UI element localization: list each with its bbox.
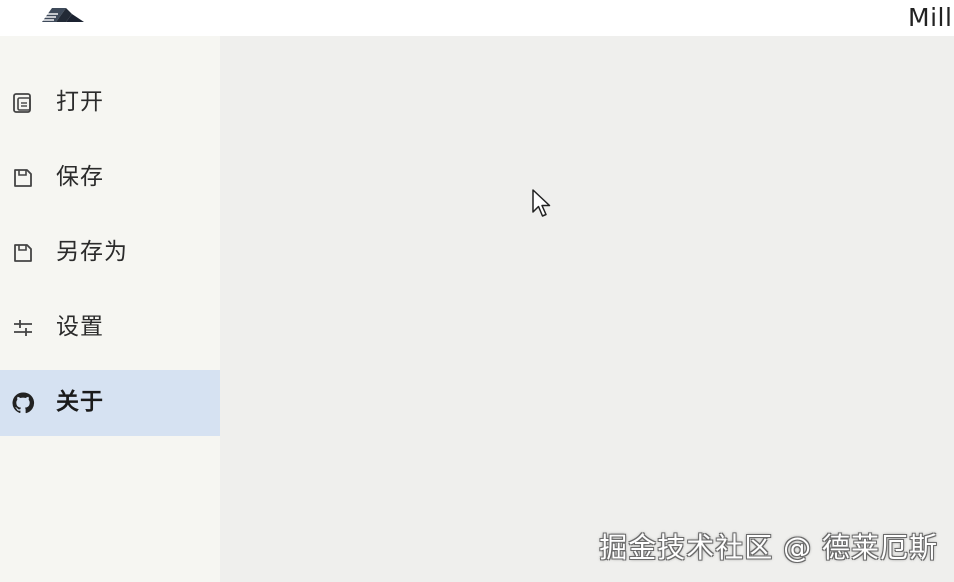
sidebar-item-save-as[interactable]: 另存为 xyxy=(0,220,220,286)
sidebar-item-settings[interactable]: 设置 xyxy=(0,295,220,361)
sidebar-item-label: 保存 xyxy=(56,164,104,190)
sidebar-item-save[interactable]: 保存 xyxy=(0,145,220,211)
sidebar-item-label: 另存为 xyxy=(56,239,128,265)
book-logo-icon xyxy=(42,8,84,22)
watermark-text: 掘金技术社区 @ 德莱厄斯 xyxy=(599,531,938,564)
sidebar-item-label: 打开 xyxy=(56,89,104,115)
github-icon xyxy=(12,392,35,414)
sidebar-item-label: 设置 xyxy=(56,314,104,340)
title-bar: Mill xyxy=(0,0,954,36)
mouse-pointer-icon xyxy=(532,189,551,217)
settings-sliders-icon xyxy=(14,320,32,336)
open-file-icon xyxy=(13,93,31,113)
save-icon xyxy=(14,169,32,187)
app-title: Mill xyxy=(908,3,953,32)
sidebar-item-about[interactable]: 关于 xyxy=(0,370,220,436)
sidebar-item-label: 关于 xyxy=(56,389,104,415)
sidebar: 打开 保存 另存为 设置 关于 xyxy=(0,36,220,582)
sidebar-item-open[interactable]: 打开 xyxy=(0,70,220,136)
main-content-area xyxy=(220,36,954,582)
save-as-icon xyxy=(14,244,32,262)
